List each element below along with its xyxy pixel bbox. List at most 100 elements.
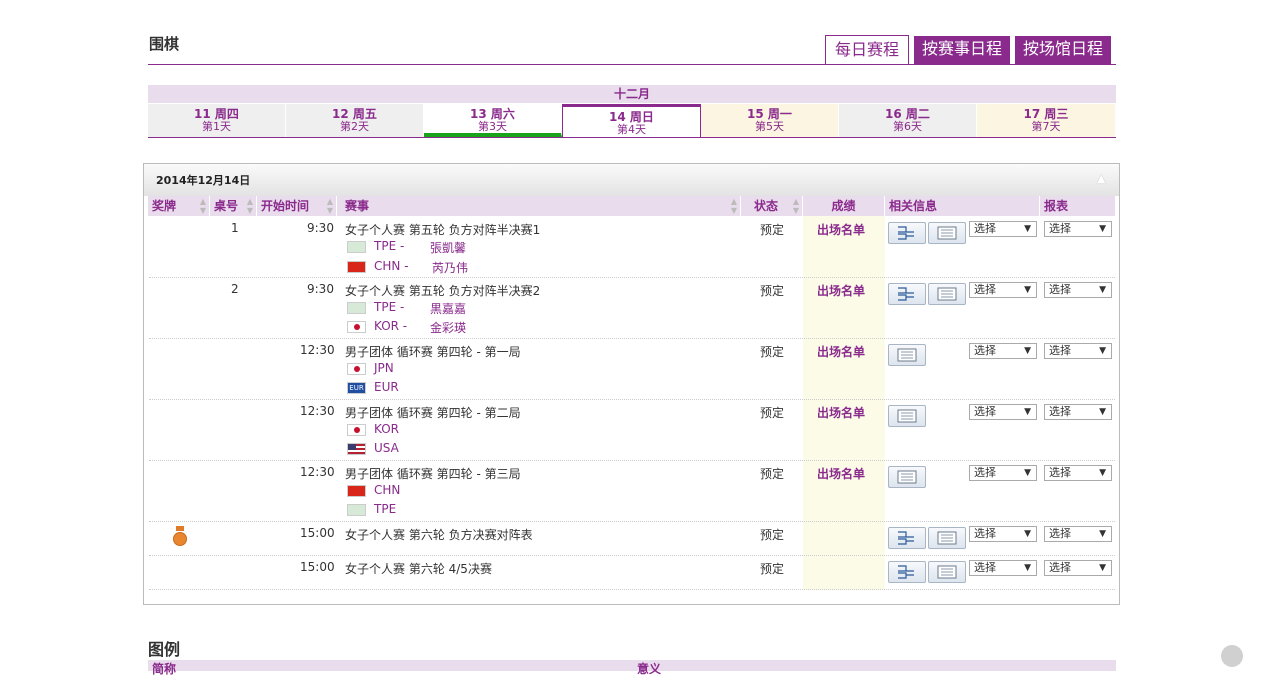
event-name[interactable]: 男子团体 循环赛 第四轮 - 第一局 [345, 343, 521, 360]
feedback-icon[interactable] [1221, 645, 1243, 667]
player-name[interactable]: 張凱馨 [430, 239, 466, 256]
player-name[interactable]: 金彩瑛 [430, 319, 466, 336]
day-tab-15[interactable]: 15 周一 第5天 [701, 104, 839, 137]
row-divider [149, 589, 1115, 591]
day-tab-11[interactable]: 11 周四 第1天 [148, 104, 286, 137]
info-select[interactable]: 选择 ▼ [969, 560, 1037, 576]
info-select[interactable]: 选择 ▼ [969, 282, 1037, 298]
event-name[interactable]: 男子团体 循环赛 第四轮 - 第二局 [345, 404, 521, 421]
schedule-date: 2014年12月14日 [156, 174, 251, 187]
team-code: KOR [374, 422, 399, 436]
start-time: 12:30 [300, 343, 335, 357]
lineup-link[interactable]: 出场名单 [817, 465, 865, 482]
player-name[interactable]: 黒嘉嘉 [430, 300, 466, 317]
report-select[interactable]: 选择 ▼ [1044, 221, 1112, 237]
flag-emblem [353, 324, 360, 330]
col-status[interactable]: 状态 ▲ ▼ [741, 196, 803, 216]
document-glyph [897, 409, 917, 423]
day-date: 16 周二 [885, 107, 930, 121]
report-select[interactable]: 选择 ▼ [1044, 282, 1112, 298]
document-icon[interactable] [928, 283, 966, 305]
document-icon[interactable] [928, 527, 966, 549]
bracket-glyph [898, 565, 914, 579]
tab-by-venue[interactable]: 按场馆日程 [1015, 36, 1111, 64]
row-divider [149, 338, 1115, 340]
document-icon[interactable] [888, 344, 926, 366]
select-value: 选择 [1049, 283, 1071, 296]
report-select[interactable]: 选择 ▼ [1044, 526, 1112, 542]
day-date: 12 周五 [332, 107, 377, 121]
flag-emblem [353, 366, 360, 372]
report-select[interactable]: 选择 ▼ [1044, 404, 1112, 420]
day-tab-17[interactable]: 17 周三 第7天 [977, 104, 1116, 137]
chevron-down-icon: ▼ [1099, 529, 1106, 539]
team-code: USA [374, 441, 399, 455]
bracket-icon[interactable] [888, 283, 926, 305]
lineup-link[interactable]: 出场名单 [817, 404, 865, 421]
day-number: 第5天 [755, 120, 784, 133]
legend-title: 图例 [148, 640, 181, 659]
lineup-link[interactable]: 出场名单 [817, 221, 865, 238]
chevron-down-icon: ▼ [1024, 468, 1031, 478]
select-value: 选择 [974, 527, 996, 540]
col-medal[interactable]: 奖牌 ▲ ▼ [148, 196, 210, 216]
col-label: 桌号 [214, 199, 239, 213]
info-select[interactable]: 选择 ▼ [969, 343, 1037, 359]
sort-icon: ▲ ▼ [246, 197, 253, 215]
day-number: 第7天 [1031, 120, 1061, 133]
report-select[interactable]: 选择 ▼ [1044, 560, 1112, 576]
col-label: 奖牌 [152, 199, 177, 213]
chevron-down-icon: ▼ [1099, 468, 1106, 478]
sort-icon: ▲ ▼ [199, 197, 206, 215]
day-tab-13[interactable]: 13 周六 第3天 [424, 104, 562, 137]
event-name[interactable]: 女子个人赛 第六轮 负方决赛对阵表 [345, 526, 533, 543]
document-glyph [937, 531, 957, 545]
event-name[interactable]: 女子个人赛 第五轮 负方对阵半决赛2 [345, 282, 540, 299]
day-tab-14-selected[interactable]: 14 周日 第4天 [562, 104, 701, 138]
collapse-icon[interactable]: ▲ [1097, 172, 1105, 185]
document-icon[interactable] [888, 405, 926, 427]
day-tab-12[interactable]: 12 周五 第2天 [286, 104, 424, 137]
event-name[interactable]: 女子个人赛 第六轮 4/5决赛 [345, 560, 492, 577]
flag-chn-icon [347, 485, 366, 497]
chevron-down-icon: ▼ [1024, 563, 1031, 573]
select-value: 选择 [1049, 405, 1071, 418]
lineup-link[interactable]: 出场名单 [817, 343, 865, 360]
info-select[interactable]: 选择 ▼ [969, 465, 1037, 481]
document-icon[interactable] [928, 222, 966, 244]
info-select[interactable]: 选择 ▼ [969, 221, 1037, 237]
info-select[interactable]: 选择 ▼ [969, 526, 1037, 542]
report-select[interactable]: 选择 ▼ [1044, 465, 1112, 481]
legend-col-abbr: 简称 [152, 662, 177, 676]
col-start-time[interactable]: 开始时间 ▲ ▼ [257, 196, 337, 216]
document-icon[interactable] [928, 561, 966, 583]
tab-by-event[interactable]: 按赛事日程 [914, 36, 1010, 64]
chevron-down-icon: ▼ [1024, 285, 1031, 295]
flag-tpe-icon [347, 504, 366, 516]
status: 预定 [760, 345, 785, 359]
player-name[interactable]: 芮乃伟 [432, 259, 468, 276]
status: 预定 [760, 406, 785, 420]
start-time: 15:00 [300, 560, 335, 574]
start-time: 9:30 [307, 282, 334, 296]
team-code: TPE [374, 502, 397, 516]
col-result: 成绩 [803, 196, 885, 216]
flag-tpe-icon [347, 241, 366, 253]
document-icon[interactable] [888, 466, 926, 488]
info-select[interactable]: 选择 ▼ [969, 404, 1037, 420]
chevron-down-icon: ▼ [1024, 407, 1031, 417]
event-name[interactable]: 女子个人赛 第五轮 负方对阵半决赛1 [345, 221, 540, 238]
calendar-divider [148, 137, 1116, 138]
tab-daily-schedule[interactable]: 每日赛程 [825, 35, 909, 65]
col-table[interactable]: 桌号 ▲ ▼ [210, 196, 257, 216]
report-select[interactable]: 选择 ▼ [1044, 343, 1112, 359]
select-value: 选择 [974, 222, 996, 235]
team-code: TPE - [374, 300, 405, 314]
col-event[interactable]: 赛事 ▲ ▼ [337, 196, 741, 216]
bracket-icon[interactable] [888, 561, 926, 583]
day-tab-16[interactable]: 16 周二 第6天 [839, 104, 977, 137]
bracket-icon[interactable] [888, 222, 926, 244]
lineup-link[interactable]: 出场名单 [817, 282, 865, 299]
event-name[interactable]: 男子团体 循环赛 第四轮 - 第三局 [345, 465, 521, 482]
bracket-icon[interactable] [888, 527, 926, 549]
